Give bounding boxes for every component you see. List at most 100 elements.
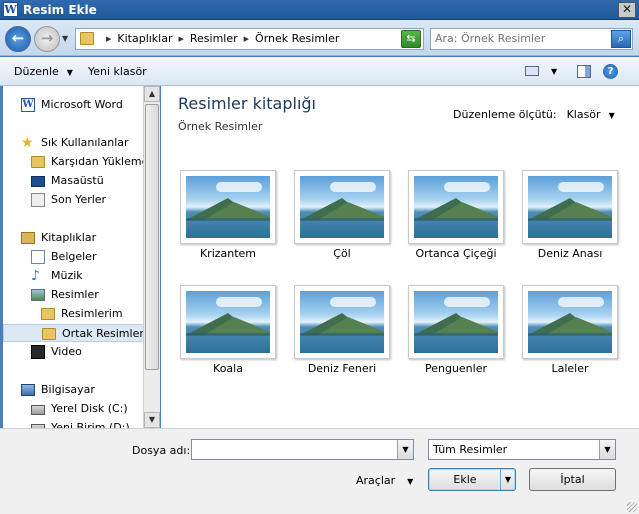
scroll-down-arrow-icon[interactable]: ▼	[144, 412, 160, 428]
sidebar-item[interactable]: Belgeler	[3, 248, 143, 266]
sidebar-item[interactable]: ★ Sık Kullanılanlar	[3, 134, 143, 152]
chevron-down-icon: ▼	[66, 68, 73, 77]
arrange-value[interactable]: Klasör	[567, 108, 601, 121]
scrollbar-thumb[interactable]	[145, 104, 159, 370]
sidebar-item-label: Müzik	[51, 269, 83, 282]
tools-menu[interactable]: Araçlar ▼	[356, 474, 413, 487]
thumbnail-frame[interactable]	[294, 285, 390, 359]
sidebar-item-label: Ortak Resimler	[62, 327, 144, 340]
sidebar-item[interactable]: Resimlerim	[3, 305, 143, 323]
thumbnail-frame[interactable]	[180, 170, 276, 244]
filetype-value: Tüm Resimler	[433, 443, 508, 456]
sidebar-item[interactable]: Video	[3, 343, 143, 361]
sidebar-item[interactable]: Son Yerler	[3, 191, 143, 209]
sidebar-item-label: Yerel Disk (C:)	[51, 402, 128, 415]
chevron-down-icon[interactable]: ▼	[500, 469, 515, 490]
picture-thumbnail[interactable]: Koala	[161, 285, 276, 385]
recent-icon	[31, 193, 45, 207]
thumbnail-frame[interactable]	[522, 170, 618, 244]
preview-pane-icon[interactable]	[577, 65, 591, 78]
chevron-down-icon[interactable]: ▼	[599, 440, 615, 459]
thumbnail-frame[interactable]	[294, 170, 390, 244]
scroll-up-arrow-icon[interactable]: ▲	[144, 86, 160, 102]
thumbnail-frame[interactable]	[180, 285, 276, 359]
filename-field[interactable]: ▼	[191, 439, 414, 460]
sidebar-item[interactable]: Yeni Birim (D:)	[3, 419, 143, 428]
breadcrumb[interactable]: ▶Kitaplıklar▶Resimler▶Örnek Resimler ▼	[75, 28, 424, 50]
chevron-down-icon: ▼	[407, 477, 414, 486]
chevron-right-icon[interactable]: ▶	[106, 35, 111, 43]
thumbnail-frame[interactable]	[522, 285, 618, 359]
dialog-footer: Dosya adı: ▼ Tüm Resimler ▼ Araçlar ▼ Ekl…	[0, 428, 639, 514]
picture-thumbnail[interactable]: Penguenler	[389, 285, 504, 385]
sidebar-item[interactable]: Ortak Resimler	[3, 324, 144, 342]
thumbnail-frame[interactable]	[408, 170, 504, 244]
refresh-button[interactable]: ⇆	[401, 30, 421, 48]
close-button[interactable]: ✕	[618, 2, 636, 18]
breadcrumb-item[interactable]: Kitaplıklar	[117, 32, 172, 45]
thumbnail-caption: Laleler	[551, 362, 589, 375]
insert-picture-dialog: W Resim Ekle ✕ ← → ▼ ▶ Kitaplıklar ▶ Resiml…	[0, 0, 639, 514]
filename-input[interactable]	[195, 441, 395, 459]
thumbnail-frame[interactable]	[408, 285, 504, 359]
sidebar-item-label: Resimlerim	[61, 307, 123, 320]
landscape-image-icon	[414, 291, 498, 353]
folder-icon	[42, 328, 56, 340]
sidebar-item-label: Belgeler	[51, 250, 97, 263]
search-input[interactable]	[435, 32, 605, 45]
landscape-image-icon	[528, 291, 612, 353]
chevron-right-icon[interactable]: ▶	[244, 35, 249, 43]
filename-label: Dosya adı:	[132, 444, 191, 457]
sidebar-item[interactable]: ♪ Müzik	[3, 267, 143, 285]
new-folder-button[interactable]: Yeni klasör	[88, 65, 147, 78]
chevron-down-icon[interactable]: ▼	[397, 440, 413, 459]
sidebar-item[interactable]: Masaüstü	[3, 172, 143, 190]
breadcrumb-item[interactable]: Örnek Resimler	[255, 32, 339, 45]
breadcrumb-item[interactable]: Resimler	[190, 32, 238, 45]
chevron-down-icon[interactable]: ▼	[551, 67, 557, 76]
sidebar-item[interactable]: Resimler	[3, 286, 143, 304]
insert-button[interactable]: Ekle ▼	[428, 468, 516, 491]
picture-thumbnail[interactable]: Laleler	[503, 285, 618, 385]
sidebar-item[interactable]: Karşıdan Yüklemeler	[3, 153, 158, 171]
forward-button[interactable]: →	[34, 26, 60, 52]
thumbnail-caption: Deniz Anası	[537, 247, 603, 260]
chevron-down-icon[interactable]: ▼	[609, 111, 615, 120]
sidebar-item[interactable]: Bilgisayar	[3, 381, 143, 399]
picture-thumbnail[interactable]: Ortanca Çiçeği	[389, 170, 504, 270]
sidebar-item[interactable]: Yerel Disk (C:)	[3, 400, 143, 418]
picture-thumbnail[interactable]: Deniz Feneri	[275, 285, 390, 385]
sidebar-item-label: Microsoft Word	[41, 98, 123, 111]
filetype-select[interactable]: Tüm Resimler ▼	[428, 439, 616, 460]
search-box[interactable]: ⌕	[430, 28, 633, 50]
picture-thumbnail[interactable]: Çöl	[275, 170, 390, 270]
file-list: Resimler kitaplığı Örnek Resimler Düzenl…	[161, 86, 633, 428]
navigation-pane: W Microsoft Word ★ Sık Kullanılanlar Karşıda…	[3, 86, 159, 428]
arrange-by[interactable]: Düzenleme ölçütü: Klasör ▼	[453, 108, 615, 121]
recent-pages-dropdown[interactable]: ▼	[62, 34, 68, 43]
help-icon[interactable]: ?	[603, 64, 618, 79]
title-bar: W Resim Ekle ✕	[0, 0, 639, 20]
resize-grip[interactable]	[627, 502, 637, 512]
sidebar-item-label: Resimler	[51, 288, 99, 301]
library-title: Resimler kitaplığı	[178, 94, 316, 113]
documents-icon	[31, 250, 45, 264]
organize-menu[interactable]: Düzenle ▼	[14, 65, 73, 78]
landscape-image-icon	[414, 176, 498, 238]
search-icon[interactable]: ⌕	[611, 30, 631, 48]
command-bar: Düzenle ▼ Yeni klasör ▼ ?	[0, 57, 639, 86]
word-icon: W	[21, 98, 35, 112]
cancel-button[interactable]: İptal	[529, 468, 616, 491]
sidebar-item[interactable]: W Microsoft Word	[3, 96, 143, 114]
navigation-scrollbar[interactable]: ▲ ▼	[143, 86, 160, 428]
picture-thumbnail[interactable]: Deniz Anası	[503, 170, 618, 270]
chevron-right-icon[interactable]: ▶	[179, 35, 184, 43]
sidebar-item[interactable]: Kitaplıklar	[3, 229, 143, 247]
library-icon	[21, 232, 35, 244]
view-icon[interactable]	[525, 66, 539, 76]
picture-thumbnail[interactable]: Krizantem	[161, 170, 276, 270]
sidebar-item-label: Son Yerler	[51, 193, 107, 206]
landscape-image-icon	[300, 176, 384, 238]
folder-icon	[41, 308, 55, 320]
back-button[interactable]: ←	[5, 26, 31, 52]
